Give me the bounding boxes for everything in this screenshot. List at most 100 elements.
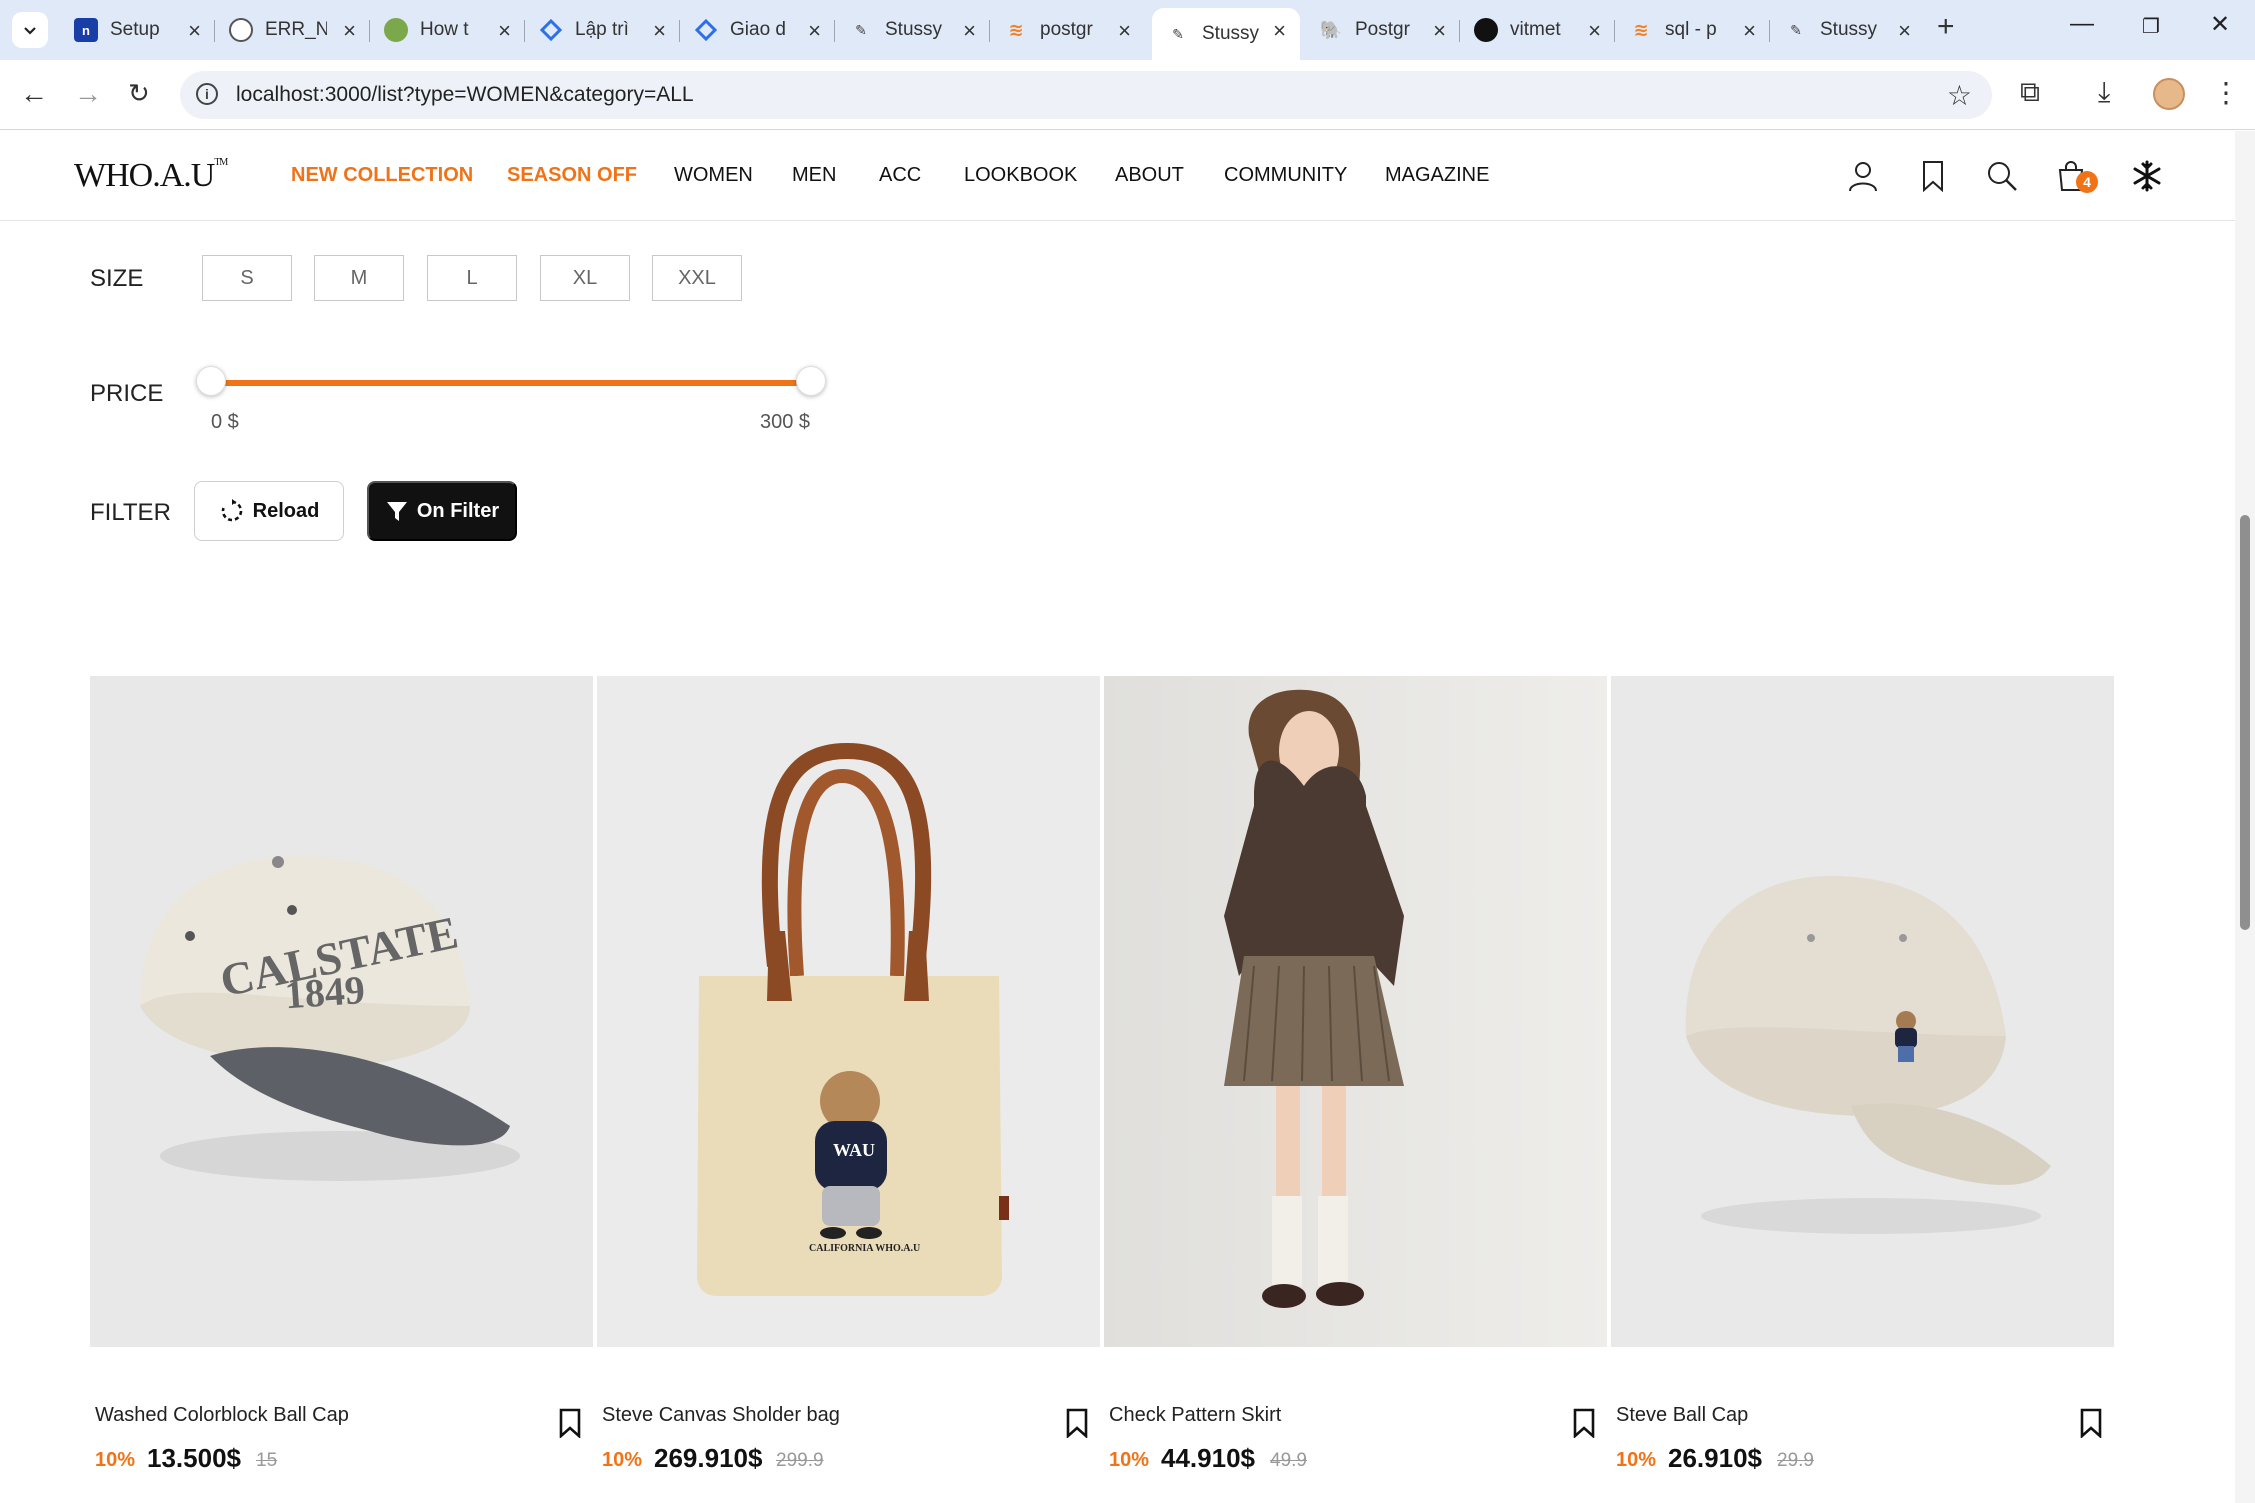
nav-women[interactable]: WOMEN bbox=[674, 164, 753, 187]
new-tab-button[interactable]: + bbox=[1937, 10, 1955, 44]
nav-season-off[interactable]: SEASON OFF bbox=[507, 164, 637, 187]
bookmark-icon[interactable] bbox=[2079, 1408, 2103, 1438]
size-option-xl[interactable]: XL bbox=[540, 255, 630, 301]
tab-title: Postgr bbox=[1355, 19, 1410, 40]
model-skirt-image[interactable] bbox=[1104, 676, 1607, 1347]
cap-bear-image[interactable] bbox=[1611, 676, 2114, 1347]
chevron-down-icon bbox=[24, 27, 36, 35]
size-option-s[interactable]: S bbox=[202, 255, 292, 301]
original-price: 29.9 bbox=[1777, 1450, 1814, 1471]
site-logo[interactable]: WHO.A.UTM bbox=[74, 157, 228, 195]
tab-search-button[interactable] bbox=[12, 12, 48, 48]
browser-tab[interactable]: n Setup × bbox=[60, 8, 215, 52]
browser-tab[interactable]: ERR_N × bbox=[215, 8, 370, 52]
address-bar[interactable]: i localhost:3000/list?type=WOMEN&categor… bbox=[180, 71, 1992, 119]
size-option-l[interactable]: L bbox=[427, 255, 517, 301]
close-icon[interactable]: × bbox=[808, 18, 821, 44]
close-icon[interactable]: × bbox=[1273, 18, 1286, 44]
restore-button[interactable]: ❐ bbox=[2142, 14, 2160, 39]
browser-tab[interactable]: How t × bbox=[370, 8, 525, 52]
bookmark-star-icon[interactable]: ☆ bbox=[1947, 79, 1972, 112]
close-icon[interactable]: × bbox=[343, 18, 356, 44]
nav-men[interactable]: MEN bbox=[792, 164, 836, 187]
download-icon[interactable]: ⤓ bbox=[2098, 76, 2110, 109]
cap-calstate-image[interactable]: CALSTATE 1849 bbox=[90, 676, 593, 1347]
browser-tab[interactable]: 🐘 Postgr × bbox=[1305, 8, 1460, 52]
extensions-icon[interactable]: ⧉ bbox=[2020, 76, 2040, 109]
bookmark-icon[interactable] bbox=[558, 1408, 582, 1438]
url-text[interactable]: localhost:3000/list?type=WOMEN&category=… bbox=[236, 83, 694, 107]
price-slider-track[interactable] bbox=[212, 380, 812, 386]
discount-badge: 10% bbox=[1109, 1449, 1150, 1471]
close-icon[interactable]: × bbox=[1743, 18, 1756, 44]
product-name[interactable]: Check Pattern Skirt bbox=[1109, 1404, 1281, 1427]
browser-tab-active[interactable]: ✎ Stussy × bbox=[1152, 8, 1300, 60]
browser-tab[interactable]: ≋ sql - p × bbox=[1615, 8, 1770, 52]
on-filter-label: On Filter bbox=[416, 499, 500, 522]
logo-tm: TM bbox=[214, 157, 228, 168]
price-label: PRICE bbox=[90, 380, 164, 407]
close-icon[interactable]: × bbox=[963, 18, 976, 44]
stackoverflow-icon: ≋ bbox=[1008, 19, 1024, 40]
browser-tab[interactable]: Giao d × bbox=[680, 8, 835, 52]
diamond-icon bbox=[694, 18, 718, 42]
reload-page-button[interactable]: ↻ bbox=[128, 78, 150, 109]
size-option-xxl[interactable]: XXL bbox=[652, 255, 742, 301]
reload-icon bbox=[221, 499, 242, 522]
browser-tab[interactable]: vitmet × bbox=[1460, 8, 1615, 52]
on-filter-button[interactable]: On Filter bbox=[367, 481, 517, 541]
tab-title: postgr bbox=[1040, 19, 1093, 40]
search-icon[interactable] bbox=[1985, 159, 2019, 193]
close-icon[interactable]: × bbox=[1588, 18, 1601, 44]
tab-title: Stussy bbox=[885, 19, 943, 40]
nav-community[interactable]: COMMUNITY bbox=[1224, 164, 1347, 187]
stussy-icon: ✎ bbox=[1790, 21, 1802, 38]
nav-magazine[interactable]: MAGAZINE bbox=[1385, 164, 1489, 187]
forward-button[interactable]: → bbox=[74, 78, 102, 110]
bookmark-icon[interactable] bbox=[1065, 1408, 1089, 1438]
product-name[interactable]: Steve Canvas Sholder bag bbox=[602, 1404, 840, 1427]
tab-title: Lập trì bbox=[575, 19, 629, 40]
reload-button[interactable]: Reload bbox=[194, 481, 344, 541]
leaf-icon bbox=[384, 18, 408, 42]
product-name[interactable]: Washed Colorblock Ball Cap bbox=[95, 1404, 349, 1427]
browser-tab[interactable]: ✎ Stussy × bbox=[1770, 8, 1925, 52]
user-icon[interactable] bbox=[1846, 159, 1880, 193]
nav-new-collection[interactable]: NEW COLLECTION bbox=[291, 164, 473, 187]
product-name[interactable]: Steve Ball Cap bbox=[1616, 1404, 1748, 1427]
close-icon[interactable]: × bbox=[1898, 18, 1911, 44]
browser-tab[interactable]: ≋ postgr × bbox=[990, 8, 1145, 52]
profile-avatar[interactable] bbox=[2153, 78, 2185, 110]
back-button[interactable]: ← bbox=[20, 78, 48, 110]
browser-tab-strip: n Setup × ERR_N × How t × Lập trì × Giao… bbox=[0, 0, 2255, 60]
sale-price: 26.910$ bbox=[1668, 1443, 1762, 1473]
close-icon[interactable]: × bbox=[1118, 18, 1131, 44]
bookmark-icon[interactable] bbox=[1572, 1408, 1596, 1438]
snowflake-icon[interactable] bbox=[2130, 159, 2164, 193]
page-scrollbar-thumb[interactable] bbox=[2240, 515, 2250, 930]
more-menu-icon[interactable]: ⋮ bbox=[2212, 76, 2240, 109]
bag-caption-text: CALIFORNIA WHO.A.U bbox=[809, 1243, 920, 1254]
nav-acc[interactable]: ACC bbox=[879, 164, 921, 187]
tab-title: Stussy bbox=[1820, 19, 1878, 40]
close-icon[interactable]: × bbox=[653, 18, 666, 44]
size-option-m[interactable]: M bbox=[314, 255, 404, 301]
tote-bag-image[interactable]: WAU CALIFORNIA WHO.A.U bbox=[597, 676, 1100, 1347]
close-icon[interactable]: × bbox=[188, 18, 201, 44]
close-window-button[interactable]: ✕ bbox=[2210, 10, 2230, 39]
browser-tab[interactable]: ✎ Stussy × bbox=[835, 8, 990, 52]
bookmark-icon[interactable] bbox=[1916, 159, 1950, 193]
price-slider-max-handle[interactable] bbox=[796, 366, 826, 396]
reload-label: Reload bbox=[252, 499, 320, 522]
browser-tab[interactable]: Lập trì × bbox=[525, 8, 680, 52]
close-icon[interactable]: × bbox=[498, 18, 511, 44]
minimize-button[interactable]: — bbox=[2070, 10, 2094, 38]
tab-title: vitmet bbox=[1510, 19, 1561, 40]
close-icon[interactable]: × bbox=[1433, 18, 1446, 44]
site-info-icon[interactable]: i bbox=[196, 83, 218, 105]
price-slider-min-handle[interactable] bbox=[196, 366, 226, 396]
nav-lookbook[interactable]: LOOKBOOK bbox=[964, 164, 1077, 187]
nav-about[interactable]: ABOUT bbox=[1115, 164, 1184, 187]
tab-title: Stussy bbox=[1202, 23, 1260, 44]
discount-badge: 10% bbox=[1616, 1449, 1657, 1471]
